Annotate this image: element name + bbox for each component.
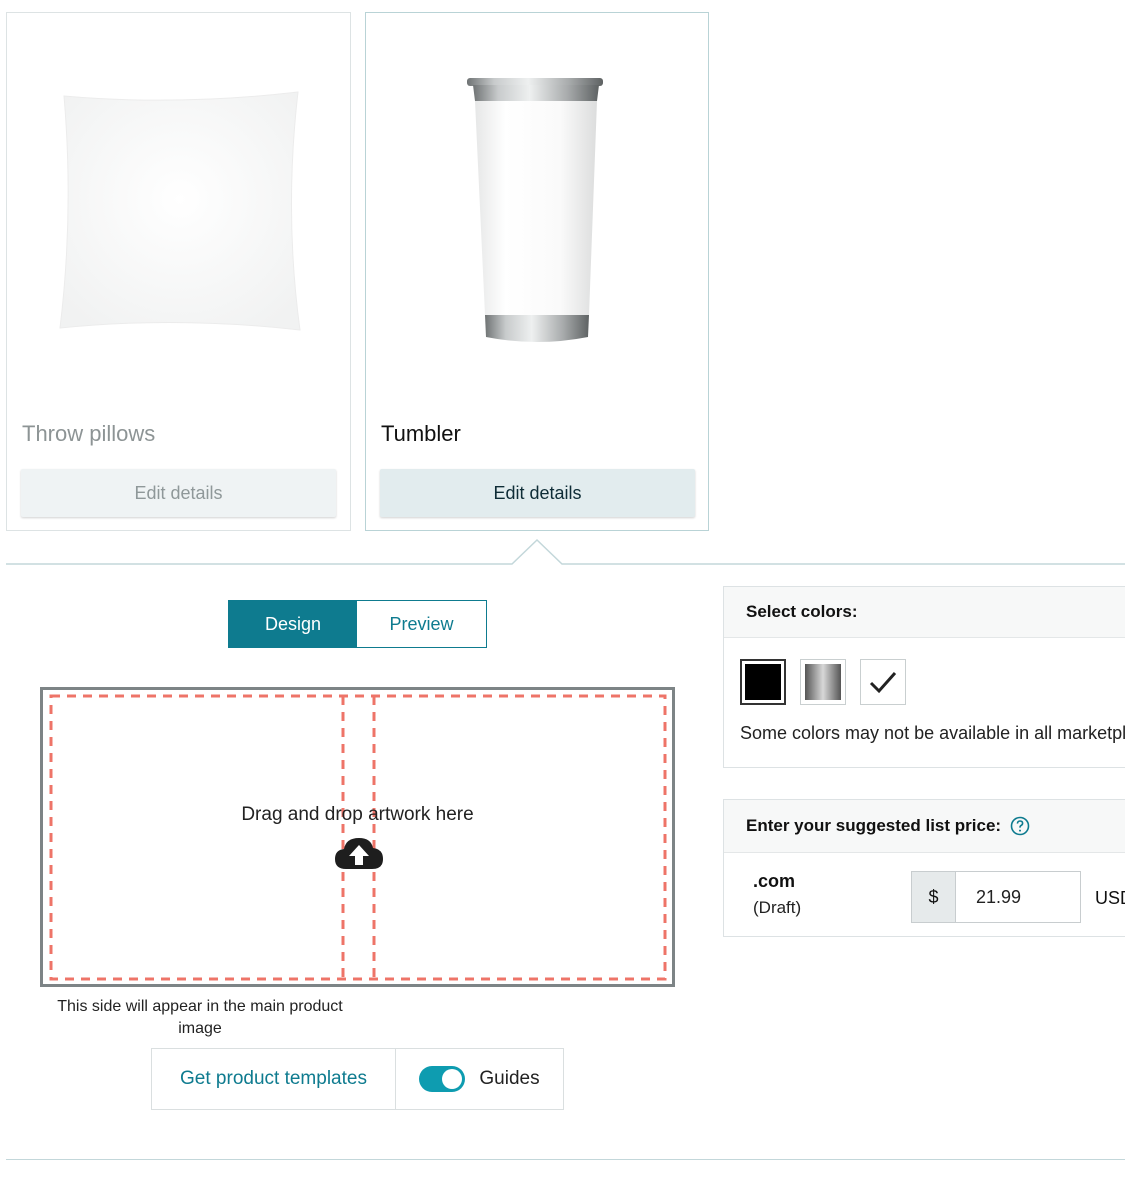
color-swatch-black[interactable]: [740, 659, 786, 705]
swatch-fill: [805, 664, 841, 700]
marketplace-status: (Draft): [753, 898, 802, 917]
currency-symbol-addon: $: [912, 872, 956, 922]
select-colors-panel: Select colors: Some colors may not be av…: [723, 586, 1125, 768]
help-icon[interactable]: [1010, 816, 1030, 836]
product-name: Throw pillows: [22, 421, 156, 446]
currency-code: USD: [1095, 888, 1125, 908]
product-card-tumbler[interactable]: Tumbler Edit details: [365, 12, 709, 531]
select-colors-heading: Select colors:: [724, 587, 1125, 638]
swatch-fill: [745, 664, 781, 700]
drop-zone-text: Drag and drop artwork here: [241, 804, 474, 825]
selection-pointer-divider: [6, 538, 1125, 565]
color-swatch-silver[interactable]: [800, 659, 846, 705]
color-swatch-white[interactable]: [860, 659, 906, 705]
colors-note: Some colors may not be available in all …: [740, 723, 1125, 743]
mode-toggle: Design Preview: [228, 600, 487, 648]
edit-details-button[interactable]: Edit details: [21, 469, 336, 517]
bottom-divider: [6, 1159, 1125, 1160]
canvas-tools: Get product templates Guides: [151, 1048, 564, 1110]
tumbler-image: [467, 78, 603, 342]
guides-toggle-switch[interactable]: [419, 1066, 466, 1092]
list-price-panel: Enter your suggested list price: .com (D…: [723, 799, 1125, 937]
price-input-group: $ 21.99: [911, 871, 1081, 923]
edit-details-button[interactable]: Edit details: [380, 469, 695, 517]
get-product-templates-link[interactable]: Get product templates: [152, 1049, 396, 1109]
guides-control: Guides: [396, 1049, 563, 1109]
artwork-drop-zone[interactable]: Drag and drop artwork here: [40, 687, 675, 987]
checkmark-icon: [869, 672, 897, 694]
design-tab[interactable]: Design: [229, 601, 357, 647]
list-price-heading: Enter your suggested list price:: [724, 800, 1125, 853]
upload-cloud-icon[interactable]: [334, 836, 384, 870]
product-card-throw-pillows[interactable]: Throw pillows Edit details: [6, 12, 351, 531]
marketplace-name: .com: [753, 871, 796, 891]
preview-tab[interactable]: Preview: [357, 601, 486, 647]
panel-title: Select colors:: [746, 602, 858, 621]
toggle-knob: [442, 1069, 463, 1089]
throw-pillow-image: [59, 91, 301, 331]
price-input[interactable]: 21.99: [956, 872, 1080, 922]
color-swatch-row: [740, 659, 906, 705]
product-name: Tumbler: [381, 421, 461, 446]
canvas-caption: This side will appear in the main produc…: [57, 998, 343, 1037]
guides-label: Guides: [479, 1068, 540, 1089]
panel-title: Enter your suggested list price:: [746, 816, 1002, 835]
